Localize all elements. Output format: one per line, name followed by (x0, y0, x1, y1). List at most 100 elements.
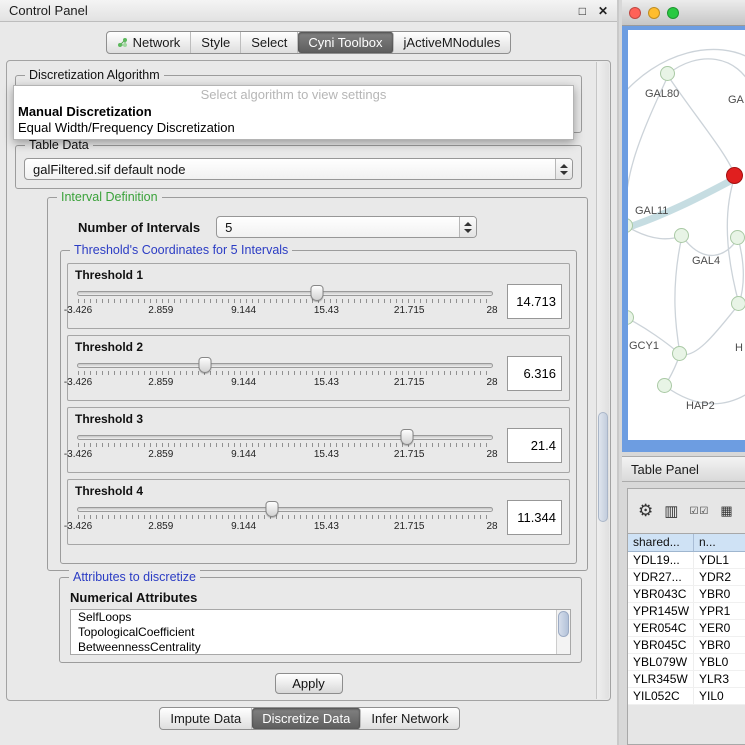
table-data-combobox[interactable]: galFiltered.sif default node (24, 158, 573, 180)
table-cell: YLR345W (628, 671, 694, 687)
algorithm-option[interactable]: Manual Discretization (14, 104, 573, 120)
threshold-slider[interactable]: -3.4262.8599.14415.4321.71528 (75, 499, 495, 539)
zoom-traffic-light-icon[interactable] (667, 7, 679, 19)
column-header[interactable]: shared... (628, 534, 694, 551)
network-icon (117, 37, 128, 48)
scrollbar-thumb[interactable] (558, 611, 569, 637)
numerical-attributes-list[interactable]: SelfLoopsTopologicalCoefficientBetweenne… (70, 609, 571, 655)
selected-node[interactable] (726, 167, 743, 184)
tab-label: Discretize Data (262, 711, 350, 726)
node-label: GCY1 (629, 340, 659, 352)
table-row[interactable]: YLR345WYLR3 (628, 671, 745, 688)
threshold-value-field[interactable]: 14.713 (507, 284, 562, 319)
column-header[interactable]: n... (694, 534, 745, 551)
algorithm-option[interactable]: Equal Width/Frequency Discretization (14, 120, 573, 136)
tab-cyni-toolbox[interactable]: Cyni Toolbox (298, 32, 393, 53)
threshold-row: -3.4262.8599.14415.4321.71528 21.4 (75, 427, 562, 467)
columns-icon[interactable]: ▥ (664, 502, 678, 520)
tick-label: 2.859 (148, 521, 173, 532)
tick-label: 2.859 (148, 377, 173, 388)
slider-track (77, 507, 493, 512)
attribute-item[interactable]: BetweennessCentrality (71, 640, 570, 655)
slider-track (77, 291, 493, 296)
tab-label: jActiveMNodules (404, 35, 501, 50)
tick-label: -3.426 (64, 521, 92, 532)
table-row[interactable]: YBR043CYBR0 (628, 586, 745, 603)
attributes-items: SelfLoopsTopologicalCoefficientBetweenne… (71, 610, 570, 655)
select-checkboxes-icon[interactable]: ☑☑ (689, 506, 709, 517)
table-cell: YPR1 (694, 603, 745, 619)
number-of-intervals-combobox[interactable]: 5 (216, 216, 477, 238)
threshold-panels: Threshold 1 -3.4262.8599.14415.4321.71528… (61, 263, 576, 545)
bottom-tab-impute-data[interactable]: Impute Data (160, 708, 252, 729)
network-node[interactable] (660, 66, 675, 81)
slider-ticks (78, 371, 492, 375)
table-cell: YDL1 (694, 552, 745, 568)
attribute-item[interactable]: SelfLoops (71, 610, 570, 625)
table-row[interactable]: YPR145WYPR1 (628, 603, 745, 620)
close-traffic-light-icon[interactable] (629, 7, 641, 19)
network-node[interactable] (674, 228, 689, 243)
network-node[interactable] (672, 346, 687, 361)
network-canvas[interactable]: GAL80GAGAL11GAL4GCY1HHAP2 (628, 30, 745, 440)
network-node[interactable] (657, 378, 672, 393)
table-row[interactable]: YIL052CYIL0 (628, 688, 745, 705)
close-icon[interactable]: ✕ (598, 4, 608, 18)
attributes-scrollbar[interactable] (556, 610, 570, 654)
tab-label: Infer Network (371, 711, 448, 726)
threshold-slider[interactable]: -3.4262.8599.14415.4321.71528 (75, 283, 495, 323)
threshold-value-field[interactable]: 6.316 (507, 356, 562, 391)
table-row[interactable]: YER054CYER0 (628, 620, 745, 637)
gear-icon[interactable]: ⚙ (638, 501, 653, 521)
table-row[interactable]: YBL079WYBL0 (628, 654, 745, 671)
tick-label: 28 (486, 449, 497, 460)
control-panel-scrollbar[interactable] (596, 62, 609, 699)
tab-style[interactable]: Style (191, 32, 241, 53)
threshold-row: -3.4262.8599.14415.4321.7152814.713 (75, 283, 562, 323)
scrollbar-thumb[interactable] (598, 412, 608, 522)
slider-tick-labels: -3.4262.8599.14415.4321.71528 (78, 521, 492, 533)
threshold-row: -3.4262.8599.14415.4321.71528 11.344 (75, 499, 562, 539)
table-row[interactable]: YBR045CYBR0 (628, 637, 745, 654)
minimize-traffic-light-icon[interactable] (648, 7, 660, 19)
float-window-icon[interactable]: □ (579, 4, 586, 18)
network-node[interactable] (730, 230, 745, 245)
threshold-value-field[interactable]: 21.4 (507, 428, 562, 463)
control-panel-tabs: NetworkStyleSelectCyni Toolbox jActiveMNo… (106, 31, 512, 54)
slider-thumb-icon[interactable] (199, 357, 212, 373)
table-row[interactable]: YDR27...YDR2 (628, 569, 745, 586)
node-label: GAL4 (692, 255, 720, 267)
slider-thumb-icon[interactable] (266, 501, 279, 517)
tab-jactivemnodules[interactable]: jActiveMNodules (394, 32, 511, 53)
threshold-label: Threshold 4 (75, 484, 562, 498)
table-cell: YBL079W (628, 654, 694, 670)
apply-button[interactable]: Apply (275, 673, 343, 694)
tick-label: 21.715 (394, 305, 425, 316)
bottom-tab-infer-network[interactable]: Infer Network (361, 708, 458, 729)
table-row[interactable]: YDL19...YDL1 (628, 552, 745, 569)
table-cell: YBR045C (628, 637, 694, 653)
network-node[interactable] (731, 296, 745, 311)
bottom-tab-discretize-data[interactable]: Discretize Data (252, 708, 361, 729)
table-panel-title: Table Panel (631, 462, 699, 477)
threshold-slider[interactable]: -3.4262.8599.14415.4321.71528 (75, 427, 495, 467)
grid-icon[interactable]: ▦ (720, 503, 732, 519)
threshold-label: Threshold 2 (75, 340, 562, 354)
threshold-label: Threshold 1 (75, 268, 562, 282)
tab-select[interactable]: Select (241, 32, 298, 53)
interval-definition-title: Interval Definition (57, 190, 162, 204)
slider-thumb-icon[interactable] (311, 285, 324, 301)
number-of-intervals-row: Number of Intervals 5 (78, 216, 477, 238)
slider-tick-labels: -3.4262.8599.14415.4321.71528 (78, 377, 492, 389)
slider-thumb-icon[interactable] (401, 429, 414, 445)
tab-network[interactable]: Network (107, 32, 192, 53)
node-label: HAP2 (686, 400, 715, 412)
control-panel-tabbar: NetworkStyleSelectCyni Toolbox jActiveMNo… (0, 31, 617, 54)
table-cell: YDR2 (694, 569, 745, 585)
threshold-slider[interactable]: -3.4262.8599.14415.4321.71528 (75, 355, 495, 395)
tick-label: 28 (486, 305, 497, 316)
threshold-value-field[interactable]: 11.344 (507, 500, 562, 535)
tick-label: 28 (486, 521, 497, 532)
attribute-item[interactable]: TopologicalCoefficient (71, 625, 570, 640)
table-cell: YER054C (628, 620, 694, 636)
